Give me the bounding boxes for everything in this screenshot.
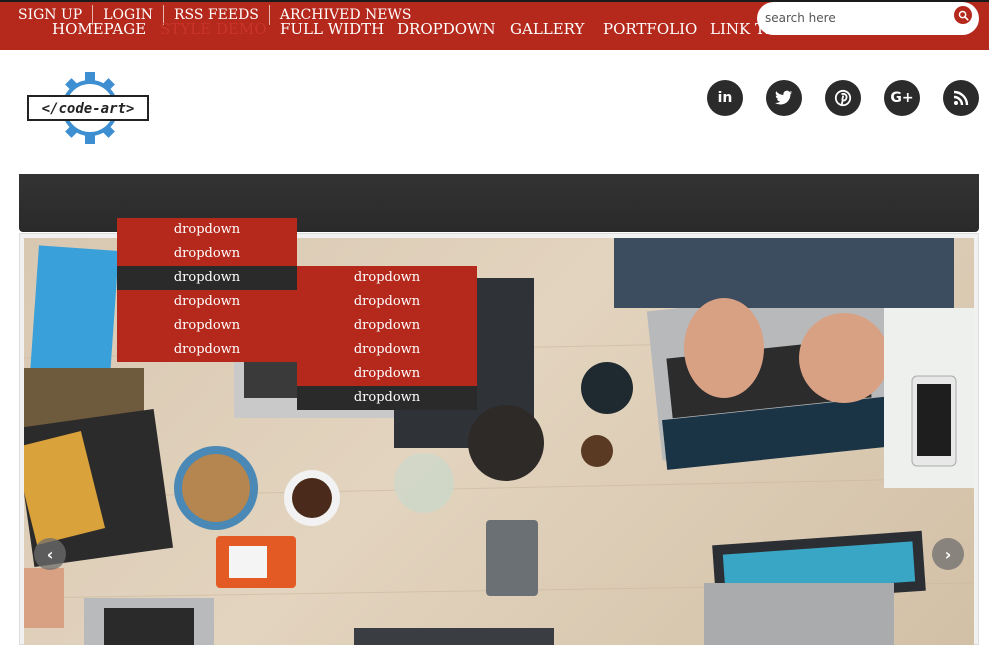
dropdown-item[interactable]: dropdown [117,314,297,338]
submenu-item[interactable]: dropdown [297,362,477,386]
search-icon[interactable] [954,6,972,24]
dropdown-item[interactable]: dropdown [117,338,297,362]
slider-next-button[interactable]: › [932,538,964,570]
submenu-item[interactable]: dropdown [297,314,477,338]
nav-portfolio[interactable]: PORTFOLIO [603,20,697,38]
linkedin-icon[interactable]: in [707,80,743,116]
submenu: dropdown dropdown dropdown dropdown drop… [297,266,477,410]
nav-gallery[interactable]: GALLERY [510,20,584,38]
google-plus-icon[interactable]: G+ [884,80,920,116]
nav-long-link-text[interactable]: LONG LINK TEXT [813,20,952,38]
site-logo[interactable]: </code-art> [26,72,154,144]
pinterest-icon[interactable] [825,80,861,116]
nav-dropdown[interactable]: DROPDOWN [397,20,496,38]
logo-text: </code-art> [42,101,135,117]
google-plus-glyph: G+ [890,90,914,106]
linkedin-glyph: in [717,90,733,106]
dropdown-item[interactable]: dropdown [117,218,297,242]
submenu-item-hovered[interactable]: dropdown [297,386,477,410]
nav-link-text[interactable]: LINK TEXT [710,20,797,38]
dropdown-item[interactable]: dropdown [117,290,297,314]
nav-full-width[interactable]: FULL WIDTH [280,20,384,38]
dropdown-menu: dropdown dropdown dropdown dropdown drop… [117,218,297,362]
nav-homepage[interactable]: HOMEPAGE [52,20,146,38]
submenu-item[interactable]: dropdown [297,338,477,362]
slider-prev-button[interactable]: ‹ [34,538,66,570]
rss-icon[interactable] [943,80,979,116]
nav-style-demo[interactable]: STYLE DEMO [160,20,267,38]
chevron-right-icon: › [944,544,952,564]
dropdown-item-open[interactable]: dropdown [117,266,297,290]
twitter-icon[interactable] [766,80,802,116]
dropdown-item[interactable]: dropdown [117,242,297,266]
chevron-left-icon: ‹ [46,544,54,564]
submenu-item[interactable]: dropdown [297,266,477,290]
submenu-item[interactable]: dropdown [297,290,477,314]
